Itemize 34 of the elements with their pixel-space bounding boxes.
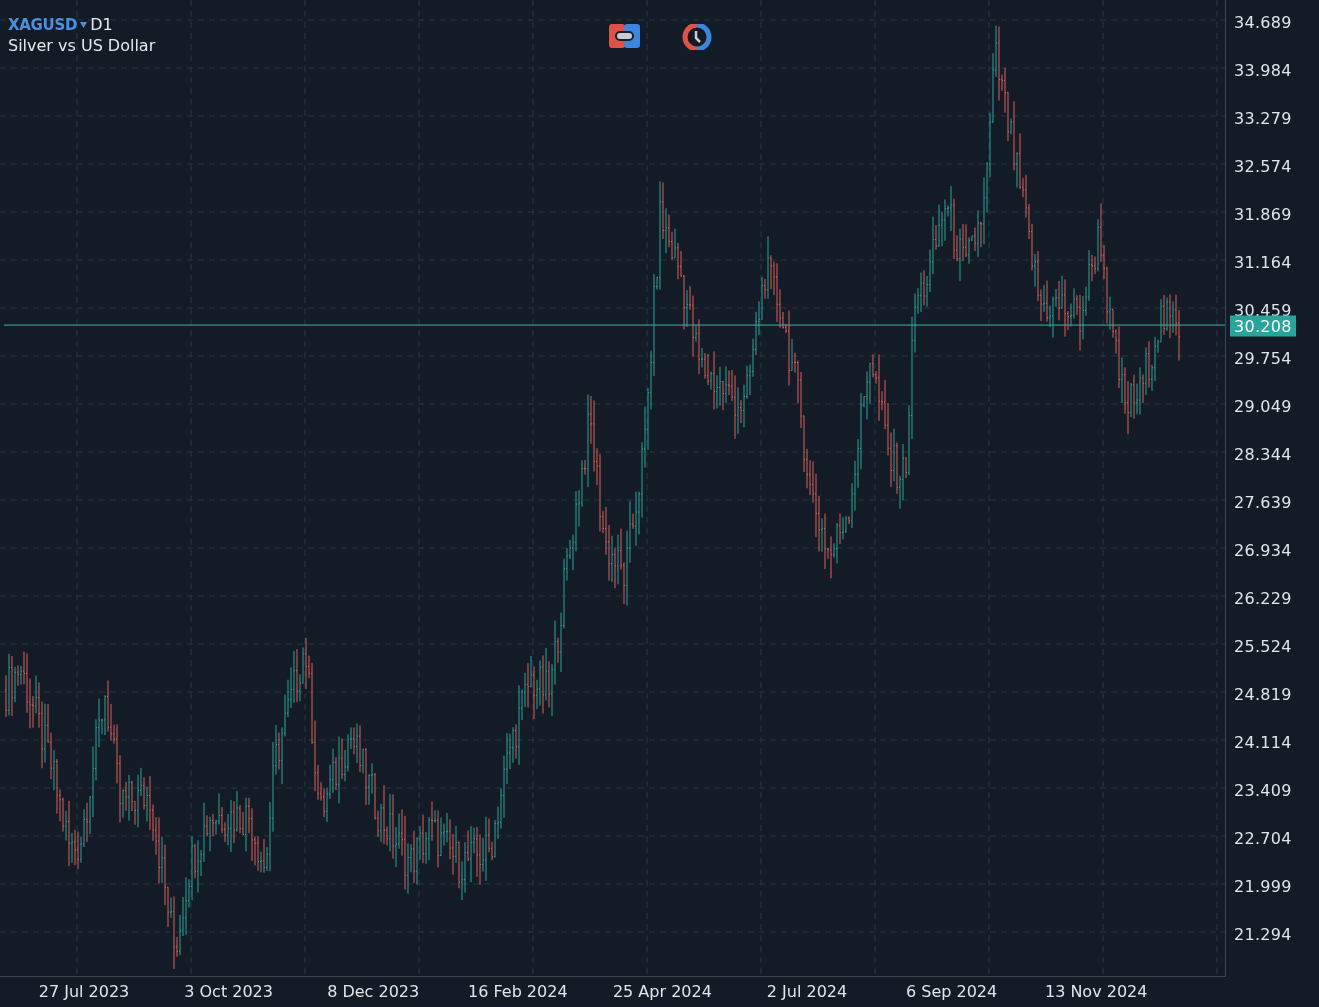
date-tick-label: 27 Jul 2023: [38, 982, 130, 1001]
price-tick-label: 27.639: [1234, 492, 1292, 512]
price-tick-label: 28.344: [1234, 444, 1292, 464]
dropdown-caret-icon[interactable]: [80, 21, 88, 28]
date-tick-label: 13 Nov 2024: [1044, 982, 1148, 1001]
price-tick-label: 25.524: [1234, 636, 1292, 656]
price-tick-label: 33.279: [1234, 108, 1292, 128]
price-tick-label: 24.114: [1234, 732, 1292, 752]
price-tick-label: 24.819: [1234, 684, 1292, 704]
price-tick-label: 26.934: [1234, 540, 1292, 560]
date-tick-label: 6 Sep 2024: [906, 982, 998, 1001]
date-tick-label: 16 Feb 2024: [468, 982, 568, 1001]
date-tick-label: 8 Dec 2023: [327, 982, 420, 1001]
date-tick-label: 25 Apr 2024: [612, 982, 712, 1001]
price-tick-label: 31.164: [1234, 252, 1292, 272]
current-price-tag: 30.208: [1230, 315, 1296, 337]
date-tick-label: 2 Jul 2024: [766, 982, 848, 1001]
symbol-name[interactable]: XAGUSD: [8, 15, 78, 34]
timeframe-label: D1: [90, 15, 113, 34]
date-tick-label: 3 Oct 2023: [184, 982, 273, 1001]
price-tick-label: 21.294: [1234, 924, 1292, 944]
price-tick-label: 29.754: [1234, 348, 1292, 368]
price-tick-label: 26.229: [1234, 588, 1292, 608]
price-tick-label: 22.704: [1234, 828, 1292, 848]
price-tick-label: 31.869: [1234, 204, 1292, 224]
symbol-description: Silver vs US Dollar: [8, 36, 156, 55]
price-tick-label: 21.999: [1234, 876, 1292, 896]
price-tick-label: 23.409: [1234, 780, 1292, 800]
clock-icon[interactable]: [682, 24, 712, 50]
price-tick-label: 32.574: [1234, 156, 1292, 176]
toggle-icon[interactable]: [609, 24, 640, 48]
price-tick-label: 29.049: [1234, 396, 1292, 416]
price-tick-label: 33.984: [1234, 60, 1292, 80]
price-tick-label: 34.689: [1234, 12, 1292, 32]
